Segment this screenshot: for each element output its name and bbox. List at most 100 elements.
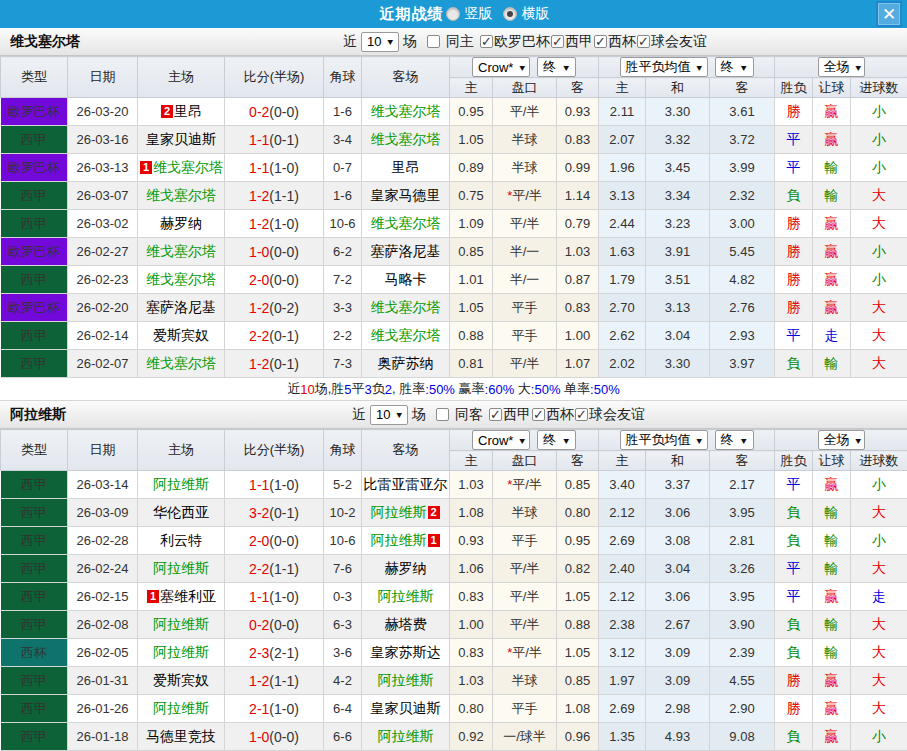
league-filter-checkbox[interactable]: 西甲 — [551, 33, 593, 51]
league-filter-checkbox[interactable]: 欧罗巴杯 — [480, 33, 550, 51]
result-handicap-label: 輸 — [825, 504, 839, 520]
away-team-cell: 阿拉维斯 — [362, 667, 450, 695]
scope-select[interactable]: 全场▼ — [818, 430, 865, 450]
league-filter-checkbox[interactable]: 球会友谊 — [575, 406, 645, 424]
avg-select-group: 胜平负均值▼ 终▼ — [599, 430, 775, 451]
away-team-name: 阿拉维斯 — [371, 504, 427, 520]
league-filter-checkbox[interactable]: 同主 — [427, 33, 479, 51]
result-goals-label: 大 — [872, 299, 886, 315]
home-team-name: 塞维利亚 — [160, 588, 216, 604]
checkbox-icon[interactable] — [489, 408, 502, 421]
match-count-select[interactable]: 10▼ — [370, 405, 408, 425]
final-select[interactable]: 终▼ — [715, 57, 754, 77]
layout-radio[interactable]: 竖版 — [446, 5, 501, 23]
subheader-result-outcome: 胜负 — [775, 451, 813, 471]
company-select[interactable]: Crow*▼ — [472, 430, 530, 450]
handicap-line-label: 半/一 — [510, 244, 540, 259]
corner-count: 1-6 — [324, 98, 362, 126]
result-outcome-label: 勝 — [787, 103, 801, 119]
layout-radio[interactable]: 横版 — [503, 5, 558, 23]
league-filter-checkbox[interactable]: 西杯 — [532, 406, 574, 424]
league-label: 西甲 — [21, 188, 47, 203]
dropdown-arrow-icon: ▼ — [695, 62, 704, 72]
corner-count: 5-2 — [324, 471, 362, 499]
checkbox-icon[interactable] — [594, 35, 607, 48]
checkbox-icon[interactable] — [575, 408, 588, 421]
match-count-select[interactable]: 10▼ — [361, 32, 399, 52]
away-team-cell: 马略卡 — [362, 266, 450, 294]
league-badge: 欧罗巴杯 — [1, 238, 68, 266]
handicap-home-odds: 0.83 — [450, 583, 493, 611]
avg-away-odds: 2.39 — [710, 639, 775, 667]
final-select[interactable]: 终▼ — [537, 57, 576, 77]
league-badge: 西甲 — [1, 350, 68, 378]
handicap-home-odds: 0.95 — [450, 98, 493, 126]
team1-summary-row: 近10场,胜5平3负2, 胜率:50% 赢率:60% 大:50% 单率:50% — [0, 378, 907, 401]
result-outcome: 平 — [775, 126, 813, 154]
away-team-name: 塞萨洛尼基 — [371, 243, 441, 259]
handicap-home-odds: 0.83 — [450, 639, 493, 667]
handicap-line: 半球 — [493, 667, 557, 695]
handicap-home-odds: 1.09 — [450, 210, 493, 238]
avg-away-odds: 2.90 — [710, 695, 775, 723]
final-select[interactable]: 终▼ — [715, 430, 754, 450]
away-team-name: 阿拉维斯 — [378, 588, 434, 604]
corner-count: 2-2 — [324, 322, 362, 350]
match-date: 26-02-07 — [68, 350, 138, 378]
handicap-away-odds: 0.79 — [557, 210, 599, 238]
score-cell: 0-2(0-0) — [225, 98, 324, 126]
red-card-badge: 1 — [428, 534, 440, 547]
away-team-name: 比雷亚雷亚尔 — [364, 476, 448, 492]
league-filter-checkbox[interactable]: 西甲 — [489, 406, 531, 424]
result-outcome: 平 — [775, 583, 813, 611]
avg-draw-odds: 3.06 — [646, 499, 710, 527]
league-label: 欧罗巴杯 — [8, 160, 60, 175]
checkbox-icon[interactable] — [532, 408, 545, 421]
handicap-line-label: 平手 — [512, 533, 538, 548]
near-label: 近 — [352, 406, 366, 424]
match-date: 26-02-08 — [68, 611, 138, 639]
away-team-name: 奥萨苏纳 — [378, 355, 434, 371]
scope-select-value: 全场 — [824, 58, 850, 76]
result-handicap: 輸 — [813, 182, 851, 210]
summary-part: 大 — [514, 380, 531, 398]
avg-home-odds: 1.79 — [599, 266, 646, 294]
league-badge: 西甲 — [1, 471, 68, 499]
handicap-line: 半球 — [493, 154, 557, 182]
league-badge: 西甲 — [1, 182, 68, 210]
league-filter-checkbox[interactable]: 同客 — [436, 406, 488, 424]
avg-odds-select[interactable]: 胜平负均值▼ — [620, 57, 708, 77]
scope-select[interactable]: 全场▼ — [818, 57, 865, 77]
league-filter-checkbox[interactable]: 球会友谊 — [637, 33, 707, 51]
checkbox-icon[interactable] — [637, 35, 650, 48]
checkbox-icon[interactable] — [551, 35, 564, 48]
checkbox-icon[interactable] — [480, 35, 493, 48]
checkbox-icon[interactable] — [436, 408, 449, 421]
checkbox-icon[interactable] — [427, 35, 440, 48]
fulltime-score: 2-2 — [249, 328, 269, 344]
result-goals: 大 — [851, 182, 907, 210]
handicap-home-odds: 0.89 — [450, 154, 493, 182]
handicap-select-group: Crow*▼ 终▼ — [450, 57, 599, 78]
company-select[interactable]: Crow*▼ — [472, 57, 530, 77]
result-handicap-label: 贏 — [825, 728, 839, 744]
match-date: 26-02-27 — [68, 238, 138, 266]
home-team-cell: 2里昂 — [138, 98, 225, 126]
avg-home-odds: 3.13 — [599, 182, 646, 210]
halftime-score: (0-0) — [269, 533, 299, 549]
league-label: 西甲 — [21, 561, 47, 576]
home-team-name: 阿拉维斯 — [153, 644, 209, 660]
home-team-cell: 爱斯宾奴 — [138, 667, 225, 695]
result-outcome-label: 平 — [787, 588, 801, 604]
league-filter-checkbox[interactable]: 西杯 — [594, 33, 636, 51]
close-button[interactable]: ✕ — [878, 3, 900, 25]
home-team-cell: 阿拉维斯 — [138, 695, 225, 723]
radio-icon[interactable] — [446, 7, 460, 21]
final-select[interactable]: 终▼ — [537, 430, 576, 450]
handicap-line-label: 平手 — [512, 701, 538, 716]
handicap-line-label: 半球 — [512, 160, 538, 175]
avg-odds-select[interactable]: 胜平负均值▼ — [620, 430, 708, 450]
close-icon: ✕ — [882, 6, 896, 23]
radio-icon[interactable] — [503, 7, 517, 21]
handicap-line-label: 半球 — [512, 505, 538, 520]
